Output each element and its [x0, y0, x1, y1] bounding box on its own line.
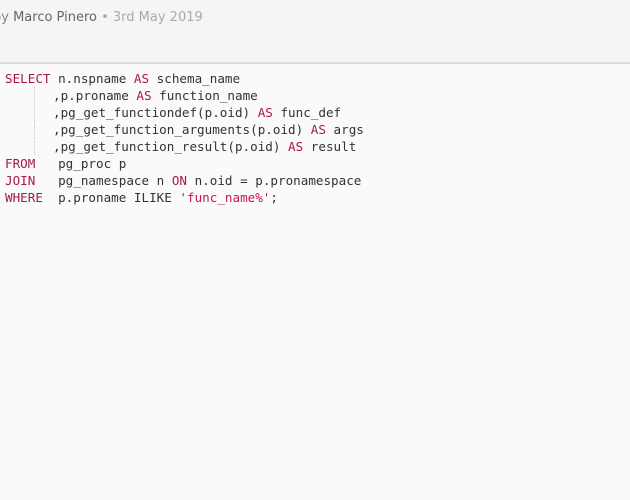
indent-guide — [5, 87, 53, 104]
publish-date: 3rd May 2019 — [112, 10, 203, 25]
code-line-7: JOIN pg_namespace n ON n.oid = p.proname… — [5, 172, 630, 189]
code-text: result — [303, 139, 357, 154]
code-text: func_def — [272, 105, 342, 120]
indent-guide — [5, 121, 53, 138]
code-block: SELECT n.nspname AS schema_name ,p.pronam… — [0, 63, 630, 500]
author-name[interactable]: Marco Pinero — [13, 10, 97, 25]
code-text: pg_namespace n — [35, 173, 172, 188]
byline-prefix: by — [0, 10, 9, 25]
article-header: by Marco Pinero • 3rd May 2019 — [0, 0, 630, 63]
code-text: ,pg_get_functiondef(p.oid) — [53, 105, 258, 120]
indent-guide — [5, 138, 53, 155]
sql-keyword: WHERE — [5, 190, 43, 205]
code-line-8: WHERE p.proname ILIKE 'func_name%'; — [5, 189, 630, 206]
code-text: ; — [270, 190, 278, 205]
code-line-5: ,pg_get_function_result(p.oid) AS result — [5, 138, 630, 155]
code-text: schema_name — [149, 71, 241, 86]
sql-string: 'func_name%' — [179, 190, 271, 205]
byline-separator: • — [96, 10, 113, 25]
sql-keyword: JOIN — [5, 173, 36, 188]
sql-keyword: FROM — [5, 156, 36, 171]
code-text: p.proname ILIKE — [42, 190, 180, 205]
code-line-2: ,p.proname AS function_name — [5, 87, 630, 104]
code-line-6: FROM pg_proc p — [5, 155, 630, 172]
code-text: n.oid = p.pronamespace — [187, 173, 362, 188]
code-line-1: SELECT n.nspname AS schema_name — [5, 70, 630, 87]
byline: by Marco Pinero • 3rd May 2019 — [0, 10, 203, 25]
sql-keyword: SELECT — [5, 71, 51, 86]
indent-guide — [5, 104, 53, 121]
code-text: ,p.proname — [53, 88, 137, 103]
code-text: pg_proc p — [35, 156, 127, 171]
code-line-3: ,pg_get_functiondef(p.oid) AS func_def — [5, 104, 630, 121]
sql-keyword: AS — [133, 71, 150, 86]
sql-keyword: AS — [310, 122, 326, 137]
sql-keyword: AS — [257, 105, 273, 120]
code-line-4: ,pg_get_function_arguments(p.oid) AS arg… — [5, 121, 630, 138]
code-text: ,pg_get_function_result(p.oid) — [53, 139, 289, 154]
sql-code: SELECT n.nspname AS schema_name ,p.pronam… — [0, 64, 630, 206]
code-text: ,pg_get_function_arguments(p.oid) — [53, 122, 311, 137]
sql-keyword: ON — [171, 173, 187, 188]
sql-keyword: AS — [288, 139, 304, 154]
sql-keyword: AS — [136, 88, 152, 103]
code-text: function_name — [151, 88, 258, 103]
code-text: args — [325, 122, 364, 137]
article-page: by Marco Pinero • 3rd May 2019 SELECT n.… — [0, 0, 630, 500]
code-text: n.nspname — [50, 71, 134, 86]
